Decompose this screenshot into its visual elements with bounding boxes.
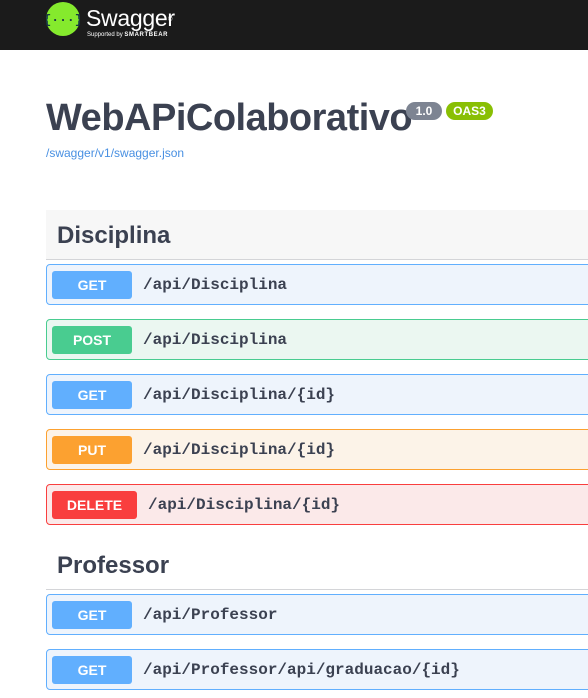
section-title: Professor [57, 552, 170, 579]
operation-delete-disciplina-by-id[interactable]: DELETE /api/Disciplina/{id} [46, 484, 588, 525]
operation-path: /api/Professor/api/graduacao/{id} [143, 661, 460, 679]
operation-put-disciplina-by-id[interactable]: PUT /api/Disciplina/{id} [46, 429, 588, 470]
section-header-professor[interactable]: Professor [46, 540, 588, 590]
section-header-disciplina[interactable]: Disciplina [46, 210, 588, 260]
method-badge: GET [52, 601, 132, 629]
method-badge: GET [52, 656, 132, 684]
operation-get-disciplina[interactable]: GET /api/Disciplina [46, 264, 588, 305]
top-bar: {···} Swagger ® Supported by SMARTBEAR [0, 0, 588, 50]
section-title: Disciplina [57, 222, 171, 249]
spec-url-link[interactable]: /swagger/v1/swagger.json [46, 146, 184, 160]
swagger-logo-icon: {···} [46, 2, 80, 36]
brand-tagline: Supported by SMARTBEAR [87, 32, 168, 38]
method-badge: DELETE [52, 491, 137, 519]
operation-get-professor[interactable]: GET /api/Professor [46, 594, 588, 635]
operation-path: /api/Disciplina/{id} [143, 441, 336, 459]
operation-path: /api/Professor [143, 606, 278, 624]
operation-get-disciplina-by-id[interactable]: GET /api/Disciplina/{id} [46, 374, 588, 415]
operation-path: /api/Disciplina/{id} [143, 386, 336, 404]
brand-trademark: ® [168, 17, 173, 23]
method-badge: POST [52, 326, 132, 354]
version-badge: 1.0 [406, 102, 442, 120]
method-badge: PUT [52, 436, 132, 464]
operation-post-disciplina[interactable]: POST /api/Disciplina [46, 319, 588, 360]
oas-badge: OAS3 [446, 102, 493, 120]
operation-path: /api/Disciplina/{id} [148, 496, 341, 514]
method-badge: GET [52, 271, 132, 299]
svg-text:{···}: {···} [46, 13, 80, 28]
tagline-brand: SMARTBEAR [124, 32, 169, 38]
operation-path: /api/Disciplina [143, 276, 288, 294]
operation-path: /api/Disciplina [143, 331, 288, 349]
api-title: WebAPiColaborativo [46, 97, 413, 139]
operation-get-professor-graduacao[interactable]: GET /api/Professor/api/graduacao/{id} [46, 649, 588, 690]
brand-name: Swagger [86, 5, 175, 31]
tagline-prefix: Supported by [87, 32, 123, 38]
method-badge: GET [52, 381, 132, 409]
